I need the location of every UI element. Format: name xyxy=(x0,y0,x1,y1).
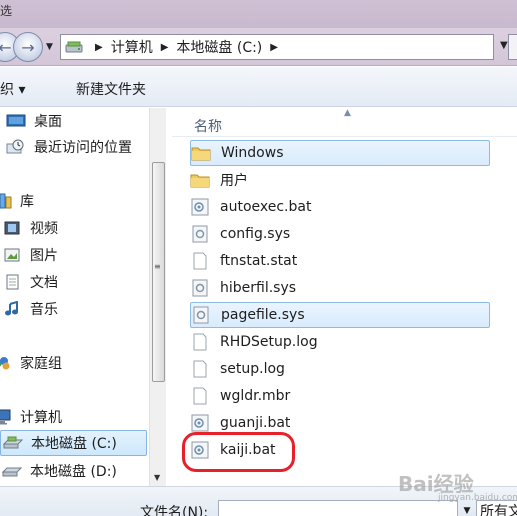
highlight-circle-annotation xyxy=(182,432,295,472)
file-name: Windows xyxy=(221,145,284,161)
file-row-rhdsetup-log[interactable]: RHDSetup.log xyxy=(190,329,490,355)
breadcrumb-local-disk-c[interactable]: 本地磁盘 (C:) xyxy=(176,37,262,57)
video-library-icon xyxy=(2,220,22,236)
scrollbar-grip-icon: ≡ xyxy=(154,262,161,271)
recent-pages-dropdown-icon[interactable]: ▼ xyxy=(46,42,53,52)
nav-item-local-disk-c[interactable]: 本地磁盘 (C:) xyxy=(0,430,147,456)
file-name: ftnstat.stat xyxy=(220,253,298,269)
file-name: hiberfil.sys xyxy=(220,280,297,296)
nav-item-homegroup[interactable]: 家庭组 xyxy=(0,350,62,376)
folder-icon xyxy=(191,144,211,162)
system-file-icon xyxy=(191,306,211,324)
organize-button[interactable]: 组织 ▾ xyxy=(0,79,25,99)
drive-icon xyxy=(61,40,87,54)
nav-item-computer[interactable]: 计算机 xyxy=(0,404,62,430)
file-row-windows[interactable]: Windows xyxy=(190,140,490,166)
watermark: Bai经验 jingyan.baidu.com xyxy=(398,468,517,503)
drive-icon xyxy=(1,463,23,479)
header-divider xyxy=(172,136,517,137)
forward-button[interactable]: → xyxy=(13,32,43,62)
nav-item-label: 家庭组 xyxy=(20,356,62,372)
breadcrumb-separator-icon[interactable]: ▶ xyxy=(270,42,278,53)
drive-icon xyxy=(2,435,24,451)
nav-item-label: 计算机 xyxy=(20,410,62,426)
file-name: config.sys xyxy=(220,226,291,242)
breadcrumb-separator-icon[interactable]: ▶ xyxy=(95,42,103,53)
file-row-config-sys[interactable]: config.sys xyxy=(190,221,490,247)
filename-label: 文件名(N): xyxy=(140,505,209,516)
documents-library-icon xyxy=(2,274,22,290)
file-name: setup.log xyxy=(220,361,285,377)
title-bar: 选 xyxy=(0,0,517,28)
pictures-library-icon xyxy=(2,247,22,263)
file-name: pagefile.sys xyxy=(221,307,305,323)
scrollbar-thumb[interactable] xyxy=(152,162,165,382)
file-row-pagefile-sys[interactable]: pagefile.sys xyxy=(190,302,490,328)
file-list-pane: ▲ 名称 Windows 用户 autoexec.bat config.sys … xyxy=(172,108,517,486)
nav-item-local-disk-d[interactable]: 本地磁盘 (D:) xyxy=(1,458,117,484)
nav-item-music[interactable]: 音乐 xyxy=(2,296,58,322)
watermark-subtext: jingyan.baidu.com xyxy=(438,493,517,503)
nav-item-libraries[interactable]: 库 xyxy=(0,188,34,214)
file-name: 用户 xyxy=(220,173,248,189)
file-name: wgldr.mbr xyxy=(220,388,291,404)
system-file-icon xyxy=(190,279,210,297)
navigation-pane: 桌面 最近访问的位置 库 视频 图片 文档 音乐 家庭组 计算机 本地磁盘 (C… xyxy=(0,108,166,486)
nav-item-label: 库 xyxy=(20,194,34,210)
back-arrow-icon: ← xyxy=(0,37,12,57)
batch-file-icon xyxy=(190,198,210,216)
library-icon xyxy=(0,193,12,209)
file-row-autoexec-bat[interactable]: autoexec.bat xyxy=(190,194,490,220)
file-name: guanji.bat xyxy=(220,415,291,431)
file-row-users[interactable]: 用户 xyxy=(190,167,490,193)
window-title: 选 xyxy=(0,4,13,18)
nav-item-label: 本地磁盘 (D:) xyxy=(30,464,117,480)
refresh-button[interactable] xyxy=(508,34,517,60)
nav-item-label: 视频 xyxy=(30,221,58,237)
file-row-hiberfil-sys[interactable]: hiberfil.sys xyxy=(190,275,490,301)
nav-item-label: 本地磁盘 (C:) xyxy=(31,436,117,452)
nav-item-recent-places[interactable]: 最近访问的位置 xyxy=(6,134,132,160)
file-name: autoexec.bat xyxy=(220,199,312,215)
sort-ascending-icon: ▲ xyxy=(344,108,351,118)
computer-icon xyxy=(0,409,12,425)
scroll-down-icon[interactable]: ▼ xyxy=(154,473,160,482)
generic-file-icon xyxy=(190,252,210,270)
nav-item-desktop[interactable]: 桌面 xyxy=(6,108,62,134)
generic-file-icon xyxy=(190,360,210,378)
file-row-wgldr-mbr[interactable]: wgldr.mbr xyxy=(190,383,490,409)
system-file-icon xyxy=(190,225,210,243)
nav-item-label: 最近访问的位置 xyxy=(34,140,132,156)
nav-item-label: 文档 xyxy=(30,275,58,291)
recent-places-icon xyxy=(6,139,26,155)
address-dropdown-icon[interactable]: ▼ xyxy=(500,40,508,51)
nav-item-documents[interactable]: 文档 xyxy=(2,269,58,295)
file-row-setup-log[interactable]: setup.log xyxy=(190,356,490,382)
nav-item-label: 音乐 xyxy=(30,302,58,318)
nav-item-videos[interactable]: 视频 xyxy=(2,215,58,241)
breadcrumb-computer[interactable]: 计算机 xyxy=(111,37,153,57)
toolbar: 组织 ▾ 新建文件夹 xyxy=(0,67,517,107)
breadcrumb-separator-icon[interactable]: ▶ xyxy=(161,42,169,53)
nav-item-pictures[interactable]: 图片 xyxy=(2,242,58,268)
folder-icon xyxy=(190,171,210,189)
generic-file-icon xyxy=(190,387,210,405)
address-row: ← → ▼ ▶ 计算机 ▶ 本地磁盘 (C:) ▶ ▼ xyxy=(0,28,517,66)
batch-file-icon xyxy=(190,414,210,432)
nav-item-label: 图片 xyxy=(30,248,58,264)
file-row-ftnstat-stat[interactable]: ftnstat.stat xyxy=(190,248,490,274)
generic-file-icon xyxy=(190,333,210,351)
desktop-icon xyxy=(6,113,26,129)
nav-item-label: 桌面 xyxy=(34,114,62,130)
file-name: RHDSetup.log xyxy=(220,334,318,350)
column-header-name[interactable]: 名称 xyxy=(194,116,222,136)
homegroup-icon xyxy=(0,355,12,371)
navigation-scrollbar[interactable]: ≡ ▼ xyxy=(149,108,166,486)
address-bar[interactable]: ▶ 计算机 ▶ 本地磁盘 (C:) ▶ xyxy=(60,34,494,60)
new-folder-button[interactable]: 新建文件夹 xyxy=(76,79,146,99)
music-library-icon xyxy=(2,300,22,317)
forward-arrow-icon: → xyxy=(21,37,35,57)
